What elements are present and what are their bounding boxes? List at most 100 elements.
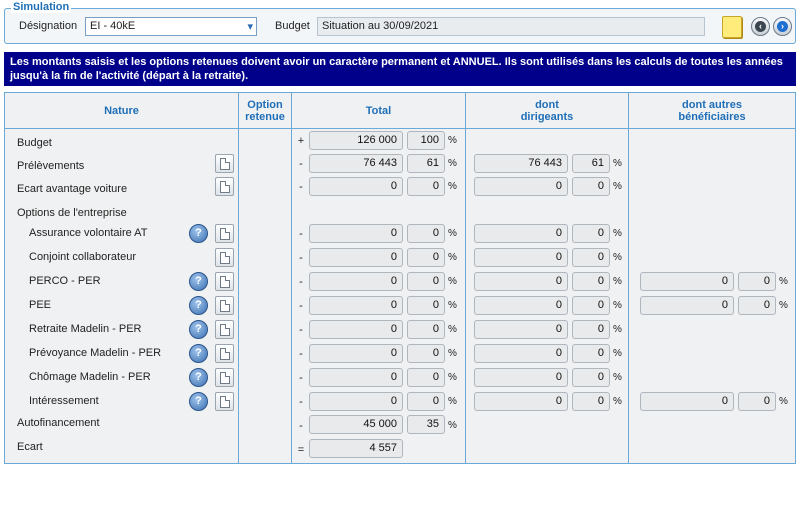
document-icon[interactable] bbox=[215, 154, 234, 173]
budget-label: Budget bbox=[275, 20, 310, 32]
help-icon[interactable]: ? bbox=[189, 296, 208, 315]
conjoint-total-field[interactable]: 0 bbox=[309, 248, 403, 267]
pee-total-pct-field[interactable]: 0 bbox=[407, 296, 445, 315]
help-icon[interactable]: ? bbox=[189, 344, 208, 363]
sign: - bbox=[299, 252, 303, 264]
note-icon[interactable] bbox=[722, 16, 742, 38]
document-icon[interactable] bbox=[215, 272, 234, 291]
perco-dir-field[interactable]: 0 bbox=[474, 272, 568, 291]
interessement-aut-pct-field[interactable]: 0 bbox=[738, 392, 776, 411]
interessement-aut-field[interactable]: 0 bbox=[640, 392, 734, 411]
pee-dir-pct-field[interactable]: 0 bbox=[572, 296, 610, 315]
col-header-total: Total bbox=[365, 104, 392, 117]
conjoint-dir-field[interactable]: 0 bbox=[474, 248, 568, 267]
perco-dir-pct-field[interactable]: 0 bbox=[572, 272, 610, 291]
help-icon[interactable]: ? bbox=[189, 368, 208, 387]
document-icon[interactable] bbox=[215, 320, 234, 339]
pct-symbol: % bbox=[448, 348, 457, 359]
sign: + bbox=[297, 135, 305, 147]
prevoyance-total-pct-field[interactable]: 0 bbox=[407, 344, 445, 363]
assurance-total-field[interactable]: 0 bbox=[309, 224, 403, 243]
assurance-dir-field[interactable]: 0 bbox=[474, 224, 568, 243]
perco-aut-pct-field[interactable]: 0 bbox=[738, 272, 776, 291]
pct-symbol: % bbox=[779, 396, 788, 407]
ecart-voiture-total-field[interactable]: 0 bbox=[309, 177, 403, 196]
conjoint-dir-pct-field[interactable]: 0 bbox=[572, 248, 610, 267]
chomage-total-field[interactable]: 0 bbox=[309, 368, 403, 387]
row-label-prelevements: Prélèvements bbox=[17, 160, 85, 172]
budget-total-field[interactable]: 126 000 bbox=[309, 131, 403, 150]
prevoyance-total-field[interactable]: 0 bbox=[309, 344, 403, 363]
document-icon[interactable] bbox=[215, 177, 234, 196]
row-label-pee: PEE bbox=[29, 299, 52, 311]
help-icon[interactable]: ? bbox=[189, 224, 208, 243]
row-label-prevoyance: Prévoyance Madelin - PER bbox=[29, 347, 162, 359]
assurance-dir-pct-field[interactable]: 0 bbox=[572, 224, 610, 243]
prelevements-total-field[interactable]: 76 443 bbox=[309, 154, 403, 173]
chomage-dir-pct-field[interactable]: 0 bbox=[572, 368, 610, 387]
autofinancement-total-field[interactable]: 45 000 bbox=[309, 415, 403, 434]
prelevements-dir-pct-field[interactable]: 61 bbox=[572, 154, 610, 173]
prevoyance-dir-field[interactable]: 0 bbox=[474, 344, 568, 363]
chomage-dir-field[interactable]: 0 bbox=[474, 368, 568, 387]
budget-total-pct-field[interactable]: 100 bbox=[407, 131, 445, 150]
help-icon[interactable]: ? bbox=[189, 272, 208, 291]
row-label-retraite: Retraite Madelin - PER bbox=[29, 323, 142, 335]
retraite-dir-pct-field[interactable]: 0 bbox=[572, 320, 610, 339]
retraite-total-pct-field[interactable]: 0 bbox=[407, 320, 445, 339]
pct-symbol: % bbox=[613, 348, 622, 359]
next-button[interactable]: › bbox=[773, 17, 792, 36]
pct-symbol: % bbox=[613, 252, 622, 263]
interessement-dir-pct-field[interactable]: 0 bbox=[572, 392, 610, 411]
document-icon[interactable] bbox=[215, 248, 234, 267]
help-icon[interactable]: ? bbox=[189, 392, 208, 411]
row-label-options: Options de l'entreprise bbox=[17, 207, 127, 219]
prevoyance-dir-pct-field[interactable]: 0 bbox=[572, 344, 610, 363]
ecart-voiture-dir-field[interactable]: 0 bbox=[474, 177, 568, 196]
document-icon[interactable] bbox=[215, 224, 234, 243]
ecart-voiture-total-pct-field[interactable]: 0 bbox=[407, 177, 445, 196]
row-label-budget: Budget bbox=[17, 137, 52, 149]
retraite-dir-field[interactable]: 0 bbox=[474, 320, 568, 339]
perco-total-pct-field[interactable]: 0 bbox=[407, 272, 445, 291]
designation-select[interactable]: EI - 40kE ▾ bbox=[85, 17, 257, 36]
pee-total-field[interactable]: 0 bbox=[309, 296, 403, 315]
previous-button[interactable]: ‹ bbox=[751, 17, 770, 36]
prelevements-dir-field[interactable]: 76 443 bbox=[474, 154, 568, 173]
interessement-total-pct-field[interactable]: 0 bbox=[407, 392, 445, 411]
perco-total-field[interactable]: 0 bbox=[309, 272, 403, 291]
col-divider bbox=[465, 93, 466, 463]
sign: - bbox=[299, 276, 303, 288]
prelevements-total-pct-field[interactable]: 61 bbox=[407, 154, 445, 173]
pct-symbol: % bbox=[613, 300, 622, 311]
ecart-total-field[interactable]: 4 557 bbox=[309, 439, 403, 458]
perco-aut-field[interactable]: 0 bbox=[640, 272, 734, 291]
interessement-dir-field[interactable]: 0 bbox=[474, 392, 568, 411]
row-label-perco: PERCO - PER bbox=[29, 275, 101, 287]
help-icon[interactable]: ? bbox=[189, 320, 208, 339]
simulation-group: Simulation Désignation EI - 40kE ▾ Budge… bbox=[4, 1, 796, 44]
row-label-chomage: Chômage Madelin - PER bbox=[29, 371, 151, 383]
interessement-total-field[interactable]: 0 bbox=[309, 392, 403, 411]
ecart-voiture-dir-pct-field[interactable]: 0 bbox=[572, 177, 610, 196]
designation-label: Désignation bbox=[19, 20, 78, 32]
document-icon[interactable] bbox=[215, 368, 234, 387]
document-icon[interactable] bbox=[215, 296, 234, 315]
retraite-total-field[interactable]: 0 bbox=[309, 320, 403, 339]
pee-dir-field[interactable]: 0 bbox=[474, 296, 568, 315]
assurance-total-pct-field[interactable]: 0 bbox=[407, 224, 445, 243]
pee-aut-field[interactable]: 0 bbox=[640, 296, 734, 315]
sign: - bbox=[299, 324, 303, 336]
chomage-total-pct-field[interactable]: 0 bbox=[407, 368, 445, 387]
conjoint-total-pct-field[interactable]: 0 bbox=[407, 248, 445, 267]
pct-symbol: % bbox=[448, 300, 457, 311]
arrow-right-icon: › bbox=[777, 21, 788, 32]
row-label-conjoint: Conjoint collaborateur bbox=[29, 251, 137, 263]
col-header-option: Option retenue bbox=[245, 98, 285, 123]
document-icon[interactable] bbox=[215, 392, 234, 411]
autofinancement-total-pct-field[interactable]: 35 bbox=[407, 415, 445, 434]
pee-aut-pct-field[interactable]: 0 bbox=[738, 296, 776, 315]
pct-symbol: % bbox=[448, 276, 457, 287]
budget-field[interactable]: Situation au 30/09/2021 bbox=[317, 17, 705, 36]
document-icon[interactable] bbox=[215, 344, 234, 363]
